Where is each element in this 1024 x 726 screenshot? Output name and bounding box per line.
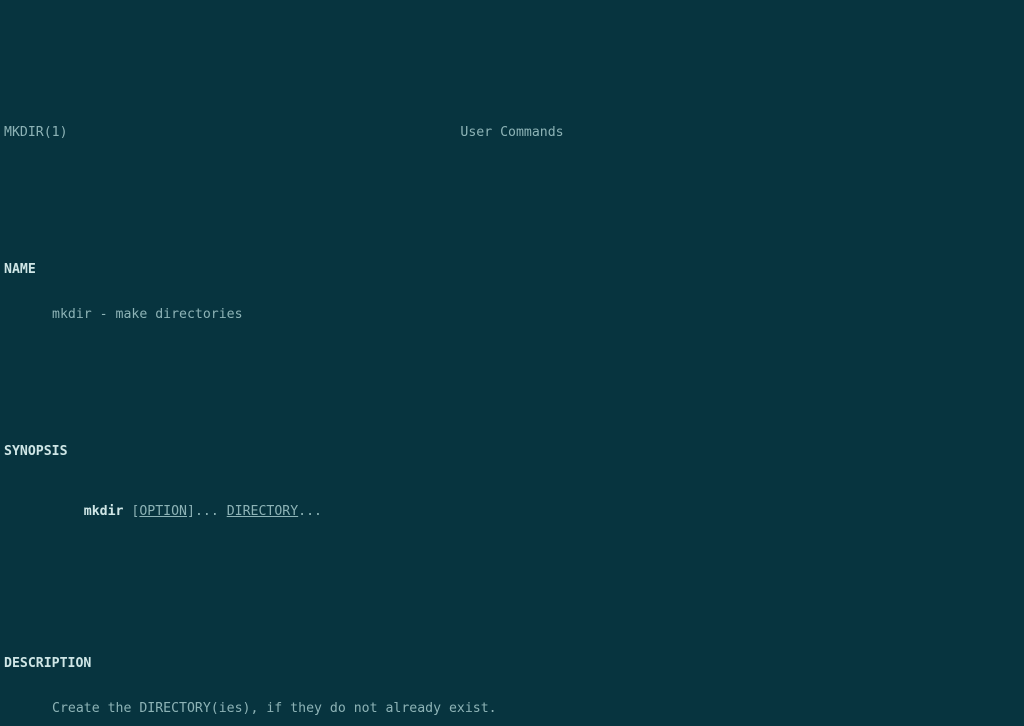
blank-line xyxy=(0,580,1024,595)
blank-line xyxy=(0,186,1024,201)
blank-line xyxy=(0,368,1024,383)
synopsis-option: OPTION xyxy=(139,504,187,519)
synopsis-directory: DIRECTORY xyxy=(227,504,298,519)
man-header-left: MKDIR(1) xyxy=(4,125,68,140)
section-description-title: DESCRIPTION xyxy=(0,656,1024,671)
section-synopsis-title: SYNOPSIS xyxy=(0,444,1024,459)
man-header-center: User Commands xyxy=(68,125,957,140)
synopsis-close: ]... xyxy=(187,504,227,519)
man-page-viewport[interactable]: MKDIR(1) User Commands MKDIR(1) NAME mkd… xyxy=(0,76,1024,726)
section-name-title: NAME xyxy=(0,262,1024,277)
description-line1: Create the DIRECTORY(ies), if they do no… xyxy=(48,701,1024,716)
section-synopsis-body: mkdir [OPTION]... DIRECTORY... xyxy=(48,489,1024,535)
synopsis-trail: ... xyxy=(298,504,322,519)
section-name-body: mkdir - make directories xyxy=(48,307,1024,322)
synopsis-cmd: mkdir xyxy=(84,504,124,519)
synopsis-open: [ xyxy=(123,504,139,519)
man-header: MKDIR(1) User Commands MKDIR(1) xyxy=(0,121,1024,140)
